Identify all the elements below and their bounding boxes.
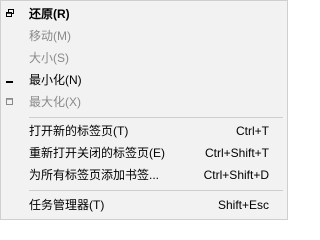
- menu-item-shortcut: Shift+Esc: [217, 198, 269, 212]
- menu-item-label: 移动(M): [29, 29, 71, 43]
- menu-item-label: 为所有标签页添加书签...: [29, 168, 160, 182]
- menu-item-label: 任务管理器(T): [29, 198, 105, 212]
- menu-item-label: 最小化(N): [29, 73, 82, 87]
- maximize-icon: [5, 95, 15, 107]
- window-context-menu: 还原(R) 移动(M) 大小(S) 最小化(N) 最大化(X) 打开新的标签页(…: [0, 0, 288, 220]
- menu-item-minimize[interactable]: 最小化(N): [1, 69, 287, 91]
- menu-item-reopen-closed-tab[interactable]: 重新打开关闭的标签页(E) Ctrl+Shift+T: [1, 142, 287, 164]
- menu-item-restore[interactable]: 还原(R): [1, 3, 287, 25]
- menu-item-move[interactable]: 移动(M): [1, 25, 287, 47]
- menu-item-label: 大小(S): [29, 51, 69, 65]
- menu-item-shortcut: Ctrl+Shift+D: [203, 168, 269, 182]
- menu-separator: [29, 117, 283, 118]
- menu-item-label: 还原(R): [29, 7, 70, 21]
- menu-item-shortcut: Ctrl+T: [236, 124, 269, 138]
- menu-item-maximize[interactable]: 最大化(X): [1, 91, 287, 113]
- menu-item-label: 打开新的标签页(T): [29, 124, 129, 138]
- menu-item-task-manager[interactable]: 任务管理器(T) Shift+Esc: [1, 194, 287, 216]
- menu-item-label: 重新打开关闭的标签页(E): [29, 146, 165, 160]
- menu-separator: [29, 190, 283, 191]
- menu-item-label: 最大化(X): [29, 95, 81, 109]
- menu-item-shortcut: Ctrl+Shift+T: [204, 146, 269, 160]
- menu-item-new-tab[interactable]: 打开新的标签页(T) Ctrl+T: [1, 120, 287, 142]
- menu-item-bookmark-all-tabs[interactable]: 为所有标签页添加书签... Ctrl+Shift+D: [1, 164, 287, 186]
- menu-item-size[interactable]: 大小(S): [1, 47, 287, 69]
- minimize-icon: [5, 73, 15, 85]
- restore-window-icon: [5, 7, 15, 19]
